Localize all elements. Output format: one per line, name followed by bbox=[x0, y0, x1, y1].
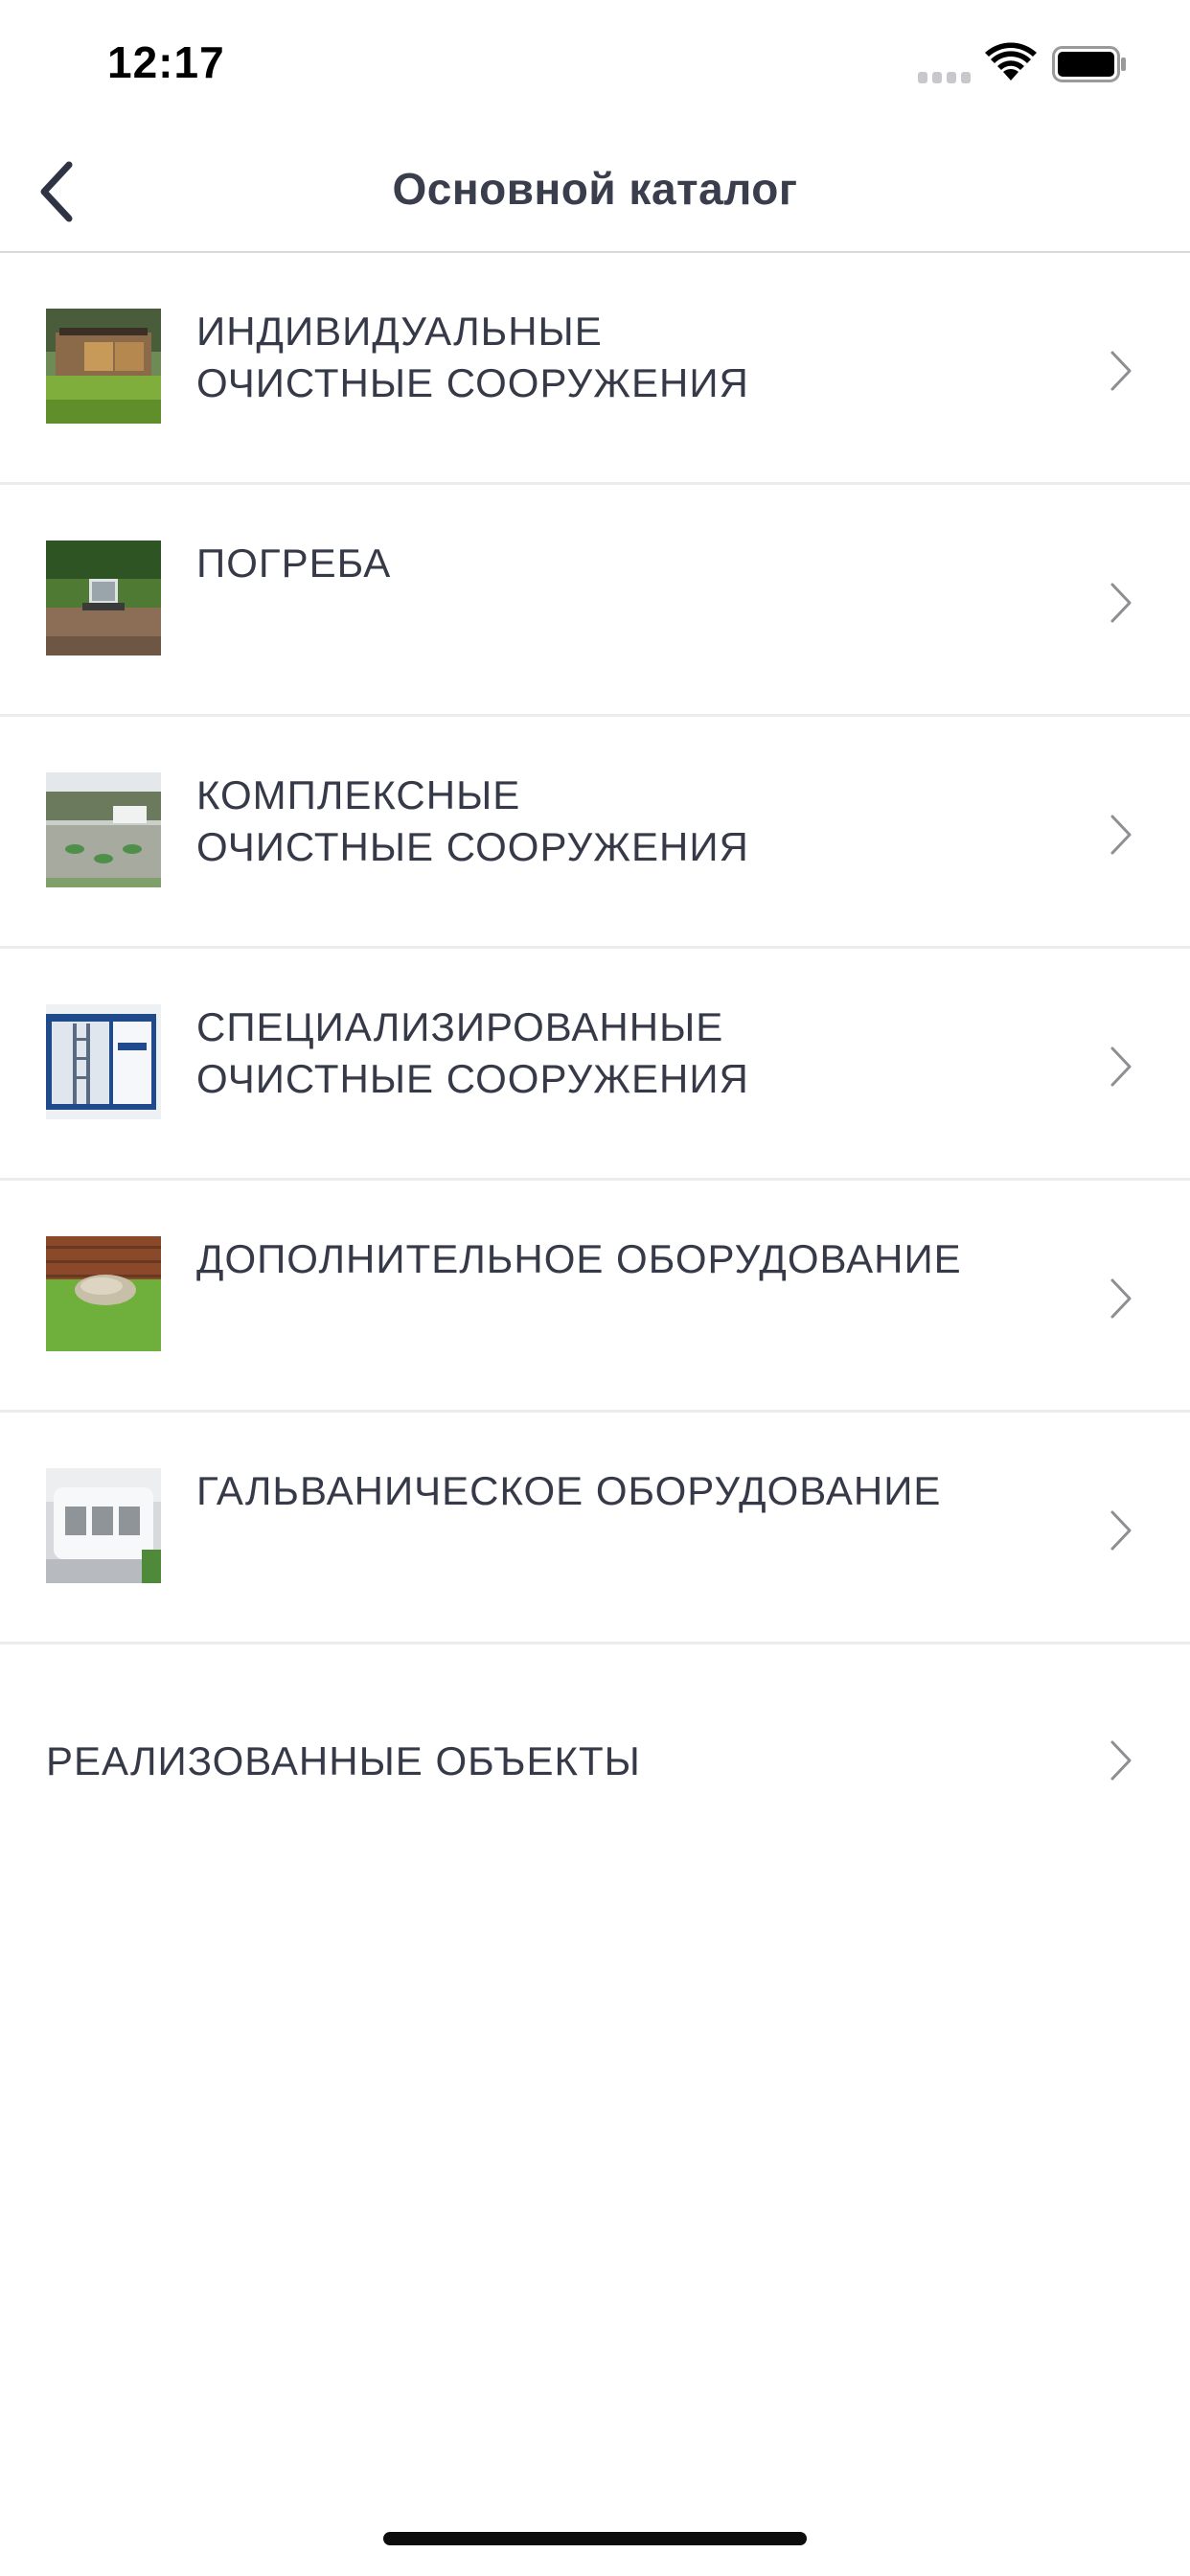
chevron-right-icon bbox=[1110, 351, 1132, 391]
list-item-cellars[interactable]: ПОГРЕБА bbox=[0, 485, 1190, 717]
status-time: 12:17 bbox=[107, 37, 225, 87]
house-with-lawn-photo bbox=[46, 309, 161, 424]
list-item-label: КОМПЛЕКСНЫЕ ОЧИСТНЫЕ СООРУЖЕНИЯ bbox=[196, 772, 749, 869]
cellar-hatch-photo bbox=[46, 540, 161, 656]
list-item-label: РЕАЛИЗОВАННЫЕ ОБЪЕКТЫ bbox=[46, 1738, 641, 1783]
navigation-bar: Основной каталог bbox=[0, 126, 1190, 253]
page-title: Основной каталог bbox=[392, 164, 798, 214]
list-item-label: ДОПОЛНИТЕЛЬНОЕ ОБОРУДОВАНИЕ bbox=[196, 1236, 962, 1281]
battery-icon bbox=[1052, 46, 1127, 82]
list-item-additional-equipment[interactable]: ДОПОЛНИТЕЛЬНОЕ ОБОРУДОВАНИЕ bbox=[0, 1181, 1190, 1413]
galvanic-tank-photo bbox=[46, 1468, 161, 1583]
treatment-site-photo bbox=[46, 772, 161, 887]
home-indicator[interactable] bbox=[383, 2532, 807, 2545]
stone-on-grass-photo bbox=[46, 1236, 161, 1351]
list-item-individual-treatment[interactable]: ИНДИВИДУАЛЬНЫЕ ОЧИСТНЫЕ СООРУЖЕНИЯ bbox=[0, 253, 1190, 485]
list-item-galvanic-equipment[interactable]: ГАЛЬВАНИЧЕСКОЕ ОБОРУДОВАНИЕ bbox=[0, 1413, 1190, 1644]
cellular-signal-icon bbox=[918, 71, 972, 83]
list-item-specialized-treatment[interactable]: СПЕЦИАЛИЗИРОВАННЫЕ ОЧИСТНЫЕ СООРУЖЕНИЯ bbox=[0, 949, 1190, 1181]
chevron-right-icon bbox=[1110, 1046, 1132, 1087]
list-item-completed-projects[interactable]: РЕАЛИЗОВАННЫЕ ОБЪЕКТЫ bbox=[0, 1644, 1190, 1874]
chevron-right-icon bbox=[1110, 1278, 1132, 1319]
list-item-label: ПОГРЕБА bbox=[196, 540, 392, 586]
catalog-list: ИНДИВИДУАЛЬНЫЕ ОЧИСТНЫЕ СООРУЖЕНИЯ ПОГРЕ… bbox=[0, 253, 1190, 1874]
chevron-right-icon bbox=[1110, 815, 1132, 855]
chevron-right-icon bbox=[1110, 583, 1132, 623]
wifi-icon bbox=[985, 42, 1037, 82]
status-bar: 12:17 bbox=[0, 0, 1190, 126]
blue-container-photo bbox=[46, 1004, 161, 1119]
chevron-right-icon bbox=[1110, 1510, 1132, 1551]
list-item-complex-treatment[interactable]: КОМПЛЕКСНЫЕ ОЧИСТНЫЕ СООРУЖЕНИЯ bbox=[0, 717, 1190, 949]
chevron-right-icon bbox=[1110, 1740, 1132, 1781]
list-item-label: СПЕЦИАЛИЗИРОВАННЫЕ ОЧИСТНЫЕ СООРУЖЕНИЯ bbox=[196, 1004, 749, 1101]
list-item-label: ГАЛЬВАНИЧЕСКОЕ ОБОРУДОВАНИЕ bbox=[196, 1468, 942, 1513]
list-item-label: ИНДИВИДУАЛЬНЫЕ ОЧИСТНЫЕ СООРУЖЕНИЯ bbox=[196, 309, 749, 405]
